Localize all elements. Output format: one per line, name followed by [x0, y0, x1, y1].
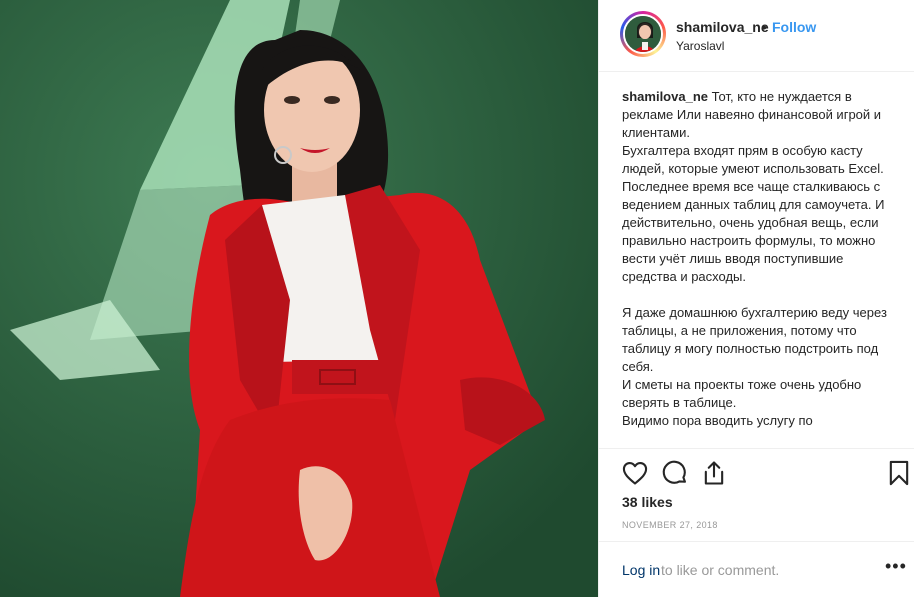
- comment-icon: [662, 460, 686, 484]
- header-username[interactable]: shamilova_ne: [676, 19, 769, 35]
- avatar-story-ring[interactable]: [620, 11, 666, 57]
- save-button[interactable]: [885, 459, 913, 487]
- post-footer: Log in to like or comment. •••: [599, 541, 914, 597]
- caption-text: Тот, кто не нуждается в рекламе Или наве…: [622, 89, 887, 428]
- heart-icon: [622, 462, 648, 485]
- post-date: NOVEMBER 27, 2018: [622, 520, 718, 530]
- post-actions: [599, 448, 914, 496]
- caption-username[interactable]: shamilova_ne: [622, 89, 708, 104]
- share-button[interactable]: [700, 459, 728, 487]
- login-link[interactable]: Log in: [622, 562, 660, 578]
- like-button[interactable]: [621, 459, 649, 487]
- photo-illustration: [0, 0, 598, 597]
- share-icon: [704, 461, 724, 485]
- header-separator: •: [762, 19, 767, 35]
- likes-count[interactable]: 38 likes: [622, 494, 673, 510]
- follow-button[interactable]: Follow: [772, 19, 816, 35]
- more-options-icon[interactable]: •••: [885, 556, 907, 577]
- post-side-panel: shamilova_ne • Follow Yaroslavl shamilov…: [598, 0, 914, 597]
- login-prompt-text: to like or comment.: [661, 562, 780, 578]
- post-caption: shamilova_ne Тот, кто не нуждается в рек…: [622, 88, 892, 446]
- location-link[interactable]: Yaroslavl: [676, 39, 724, 53]
- post-photo[interactable]: [0, 0, 598, 597]
- comment-button[interactable]: [661, 459, 689, 487]
- bookmark-icon: [889, 460, 909, 486]
- avatar-illustration: [625, 16, 661, 52]
- post-header: shamilova_ne • Follow Yaroslavl: [599, 0, 914, 72]
- avatar[interactable]: [623, 14, 663, 54]
